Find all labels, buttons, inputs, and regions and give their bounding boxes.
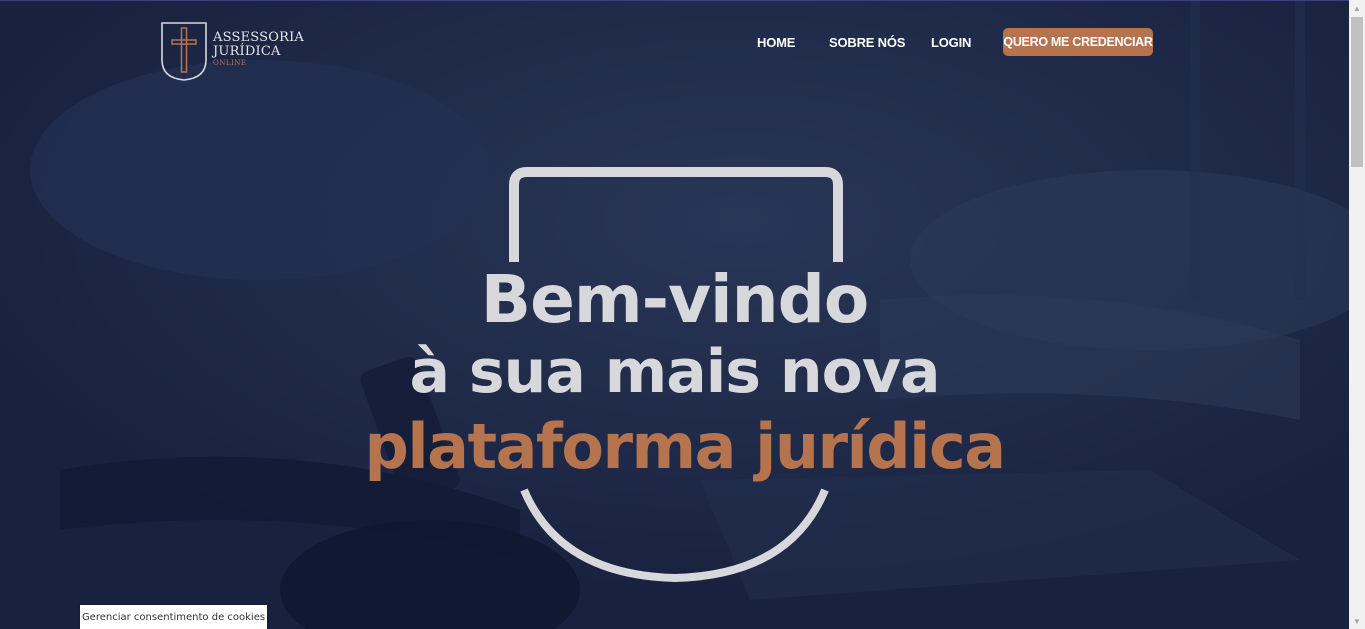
scrollbar-thumb[interactable]: [1351, 17, 1363, 167]
scroll-down-arrow-icon[interactable]: ▼: [1349, 613, 1365, 629]
hero-title-line-2: à sua mais nova: [409, 337, 941, 407]
cookie-consent-button[interactable]: Gerenciar consentimento de cookies: [80, 605, 267, 629]
hero-title-line-3: plataforma jurídica: [364, 410, 1006, 483]
page: ASSESSORIA JURÍDICA ONLINE HOME SOBRE NÓ…: [0, 0, 1365, 629]
scroll-up-arrow-icon[interactable]: ▲: [1349, 0, 1365, 16]
hero-title-line-1: Bem-vindo: [480, 261, 869, 338]
